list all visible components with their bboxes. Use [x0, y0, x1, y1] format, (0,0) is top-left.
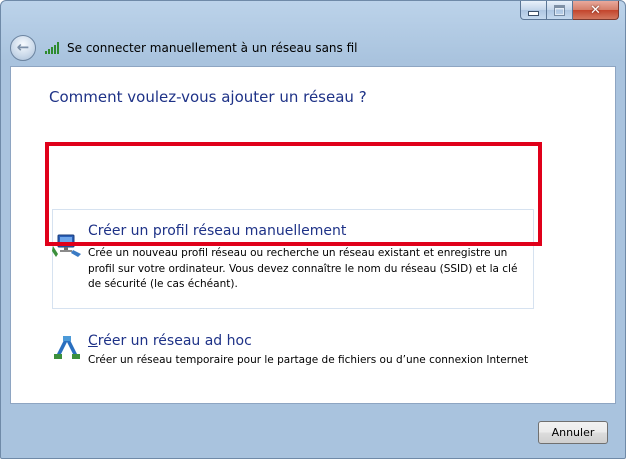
navigation-bar: ← Se connecter manuellement à un réseau …	[1, 32, 625, 64]
back-arrow-icon: ←	[16, 38, 30, 56]
adhoc-network-icon	[54, 336, 80, 359]
wireless-signal-icon	[45, 42, 59, 54]
minimize-button[interactable]	[520, 1, 547, 20]
option-description: Crée un nouveau profil réseau ou recherc…	[88, 247, 518, 290]
wizard-window: ✕ ← Se connecter manuellement à un résea…	[0, 0, 626, 459]
minimize-icon	[528, 10, 539, 16]
cancel-button[interactable]: Annuler	[538, 421, 608, 444]
window-controls: ✕	[520, 1, 619, 20]
page-heading: Comment voulez-vous ajouter un réseau ?	[49, 88, 367, 106]
title-bar[interactable]: ✕	[1, 1, 625, 31]
option-title: Créer un réseau ad hoc	[88, 333, 252, 349]
option-adhoc-network[interactable]: Créer un réseau ad hoc Créer un réseau t…	[50, 333, 538, 373]
wizard-title: Se connecter manuellement à un réseau sa…	[67, 41, 358, 55]
option-title-rest: réer un réseau ad hoc	[97, 333, 252, 349]
close-icon: ✕	[590, 2, 601, 18]
close-button[interactable]: ✕	[573, 1, 619, 20]
access-key-letter: C	[88, 333, 98, 349]
option-manual-profile[interactable]: Créer un profil réseau manuellement Crée…	[50, 209, 538, 313]
back-button[interactable]: ←	[10, 35, 36, 61]
network-computer-icon	[52, 234, 81, 257]
maximize-button	[547, 1, 573, 20]
content-area: Comment voulez-vous ajouter un réseau ? …	[10, 66, 616, 404]
maximize-icon	[554, 4, 565, 16]
footer-bar: Annuler	[1, 405, 625, 459]
option-description: Créer un réseau temporaire pour le parta…	[88, 354, 529, 366]
option-title: Créer un profil réseau manuellement	[88, 223, 347, 239]
